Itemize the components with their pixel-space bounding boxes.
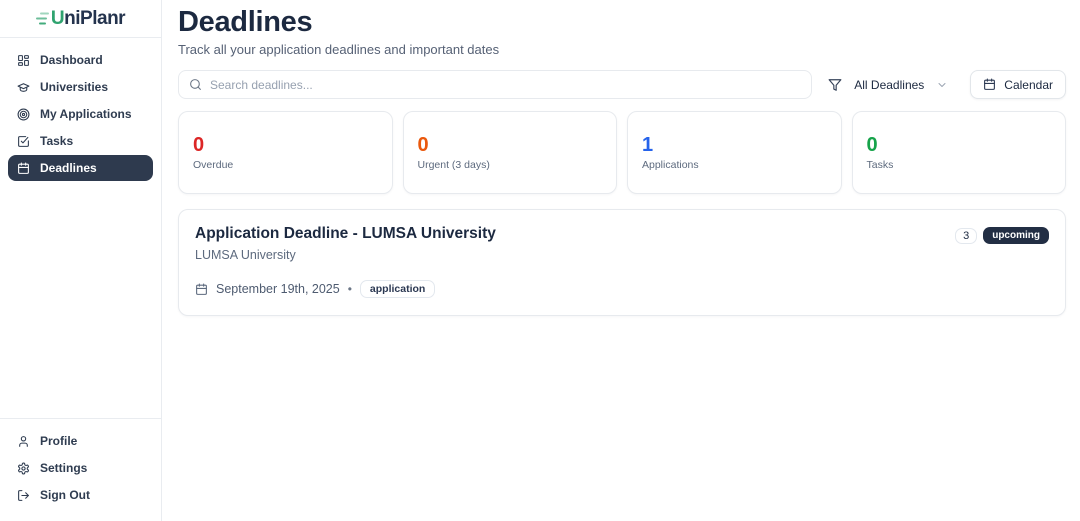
sidebar-item-label: Tasks <box>40 134 73 148</box>
deadline-filter-dropdown[interactable]: All Deadlines <box>854 78 948 92</box>
sidebar-item-sign-out[interactable]: Sign Out <box>8 482 153 508</box>
stat-label: Applications <box>642 159 841 171</box>
calendar-button[interactable]: Calendar <box>970 70 1066 99</box>
main-content: Deadlines Track all your application dea… <box>162 0 1080 316</box>
brand-text: UniPlanr <box>51 8 125 30</box>
sidebar-item-label: Dashboard <box>40 53 103 67</box>
page-subtitle: Track all your application deadlines and… <box>178 42 1066 57</box>
deadline-meta-row: September 19th, 2025 • application <box>195 280 1049 298</box>
stat-card-urgent: 0 Urgent (3 days) <box>403 111 618 194</box>
chevron-down-icon <box>936 79 948 91</box>
page-title: Deadlines <box>178 6 1066 39</box>
brand-logo: UniPlanr <box>36 8 125 30</box>
sidebar-item-label: Sign Out <box>40 488 90 502</box>
deadline-list-item[interactable]: Application Deadline - LUMSA University … <box>178 209 1066 316</box>
dot-separator: • <box>348 282 352 296</box>
brand-accent-letter: U <box>51 8 64 29</box>
calendar-button-label: Calendar <box>1004 78 1053 92</box>
status-badge: upcoming <box>983 227 1049 244</box>
brand-second: Planr <box>80 8 125 29</box>
check-square-icon <box>17 135 30 148</box>
deadline-badges: 3 upcoming <box>955 227 1049 244</box>
sidebar-item-tasks[interactable]: Tasks <box>8 128 153 154</box>
sidebar-item-profile[interactable]: Profile <box>8 428 153 454</box>
stat-label: Overdue <box>193 159 392 171</box>
calendar-icon <box>983 78 996 91</box>
filter-selected-value: All Deadlines <box>854 78 924 92</box>
logo-row: UniPlanr <box>0 0 161 38</box>
filter-funnel-icon <box>828 78 842 92</box>
search-box <box>178 70 812 99</box>
graduation-cap-icon <box>17 81 30 94</box>
calendar-icon <box>17 162 30 175</box>
target-icon <box>17 108 30 121</box>
search-icon <box>189 78 202 91</box>
sign-out-icon <box>17 489 30 502</box>
deadline-card-text: Application Deadline - LUMSA University … <box>195 225 496 262</box>
stats-row: 0 Overdue 0 Urgent (3 days) 1 Applicatio… <box>178 111 1066 194</box>
sidebar-item-universities[interactable]: Universities <box>8 74 153 100</box>
deadline-title: Application Deadline - LUMSA University <box>195 225 496 243</box>
deadline-type-badge: application <box>360 280 435 298</box>
deadline-card-header: Application Deadline - LUMSA University … <box>195 225 1049 262</box>
sidebar-item-label: Deadlines <box>40 161 97 175</box>
sidebar: UniPlanr Dashboard Universities My Appli… <box>0 0 162 521</box>
dashboard-icon <box>17 54 30 67</box>
stat-card-overdue: 0 Overdue <box>178 111 393 194</box>
stat-value: 0 <box>867 135 1066 155</box>
stat-value: 1 <box>642 135 841 155</box>
user-icon <box>17 435 30 448</box>
filter-group: All Deadlines <box>828 78 954 92</box>
deadline-university: LUMSA University <box>195 248 496 262</box>
brand-rest: ni <box>64 8 80 29</box>
stat-label: Urgent (3 days) <box>418 159 617 171</box>
sidebar-item-deadlines[interactable]: Deadlines <box>8 155 153 181</box>
sidebar-item-settings[interactable]: Settings <box>8 455 153 481</box>
deadline-date: September 19th, 2025 <box>216 282 340 296</box>
stat-value: 0 <box>418 135 617 155</box>
toolbar: All Deadlines Calendar <box>178 70 1066 99</box>
sidebar-item-label: My Applications <box>40 107 132 121</box>
sidebar-item-my-applications[interactable]: My Applications <box>8 101 153 127</box>
stat-card-applications: 1 Applications <box>627 111 842 194</box>
sidebar-item-label: Settings <box>40 461 87 475</box>
days-count-badge: 3 <box>955 228 977 244</box>
sidebar-item-label: Profile <box>40 434 77 448</box>
stat-card-tasks: 0 Tasks <box>852 111 1067 194</box>
stat-value: 0 <box>193 135 392 155</box>
sidebar-item-dashboard[interactable]: Dashboard <box>8 47 153 73</box>
calendar-icon <box>195 283 208 296</box>
gear-icon <box>17 462 30 475</box>
sidebar-nav: Dashboard Universities My Applications T… <box>0 38 161 182</box>
sidebar-footer: Profile Settings Sign Out <box>0 418 161 521</box>
speed-dashes-icon <box>36 11 49 26</box>
sidebar-item-label: Universities <box>40 80 108 94</box>
search-input[interactable] <box>210 78 801 92</box>
stat-label: Tasks <box>867 159 1066 171</box>
